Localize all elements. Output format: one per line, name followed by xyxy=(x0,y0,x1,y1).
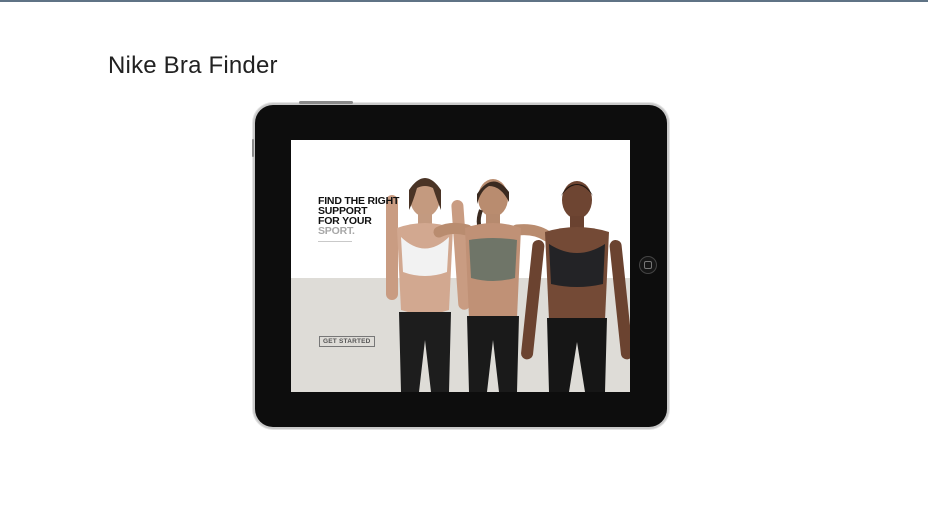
power-button xyxy=(299,101,353,104)
athletes-photo xyxy=(386,178,630,392)
hero-headline: FIND THE RIGHT SUPPORT FOR YOUR SPORT. xyxy=(318,196,438,237)
tablet-screen: FIND THE RIGHT SUPPORT FOR YOUR SPORT. G… xyxy=(291,140,630,392)
get-started-button[interactable]: GET STARTED xyxy=(319,336,375,347)
tablet-device: FIND THE RIGHT SUPPORT FOR YOUR SPORT. G… xyxy=(252,101,667,427)
athlete-right xyxy=(521,181,630,392)
home-button-icon[interactable] xyxy=(639,256,657,274)
volume-button xyxy=(252,139,254,157)
headline-divider xyxy=(318,241,352,242)
top-divider xyxy=(0,0,928,2)
slide-title: Nike Bra Finder xyxy=(108,52,278,79)
headline-accent: SPORT. xyxy=(318,225,355,237)
